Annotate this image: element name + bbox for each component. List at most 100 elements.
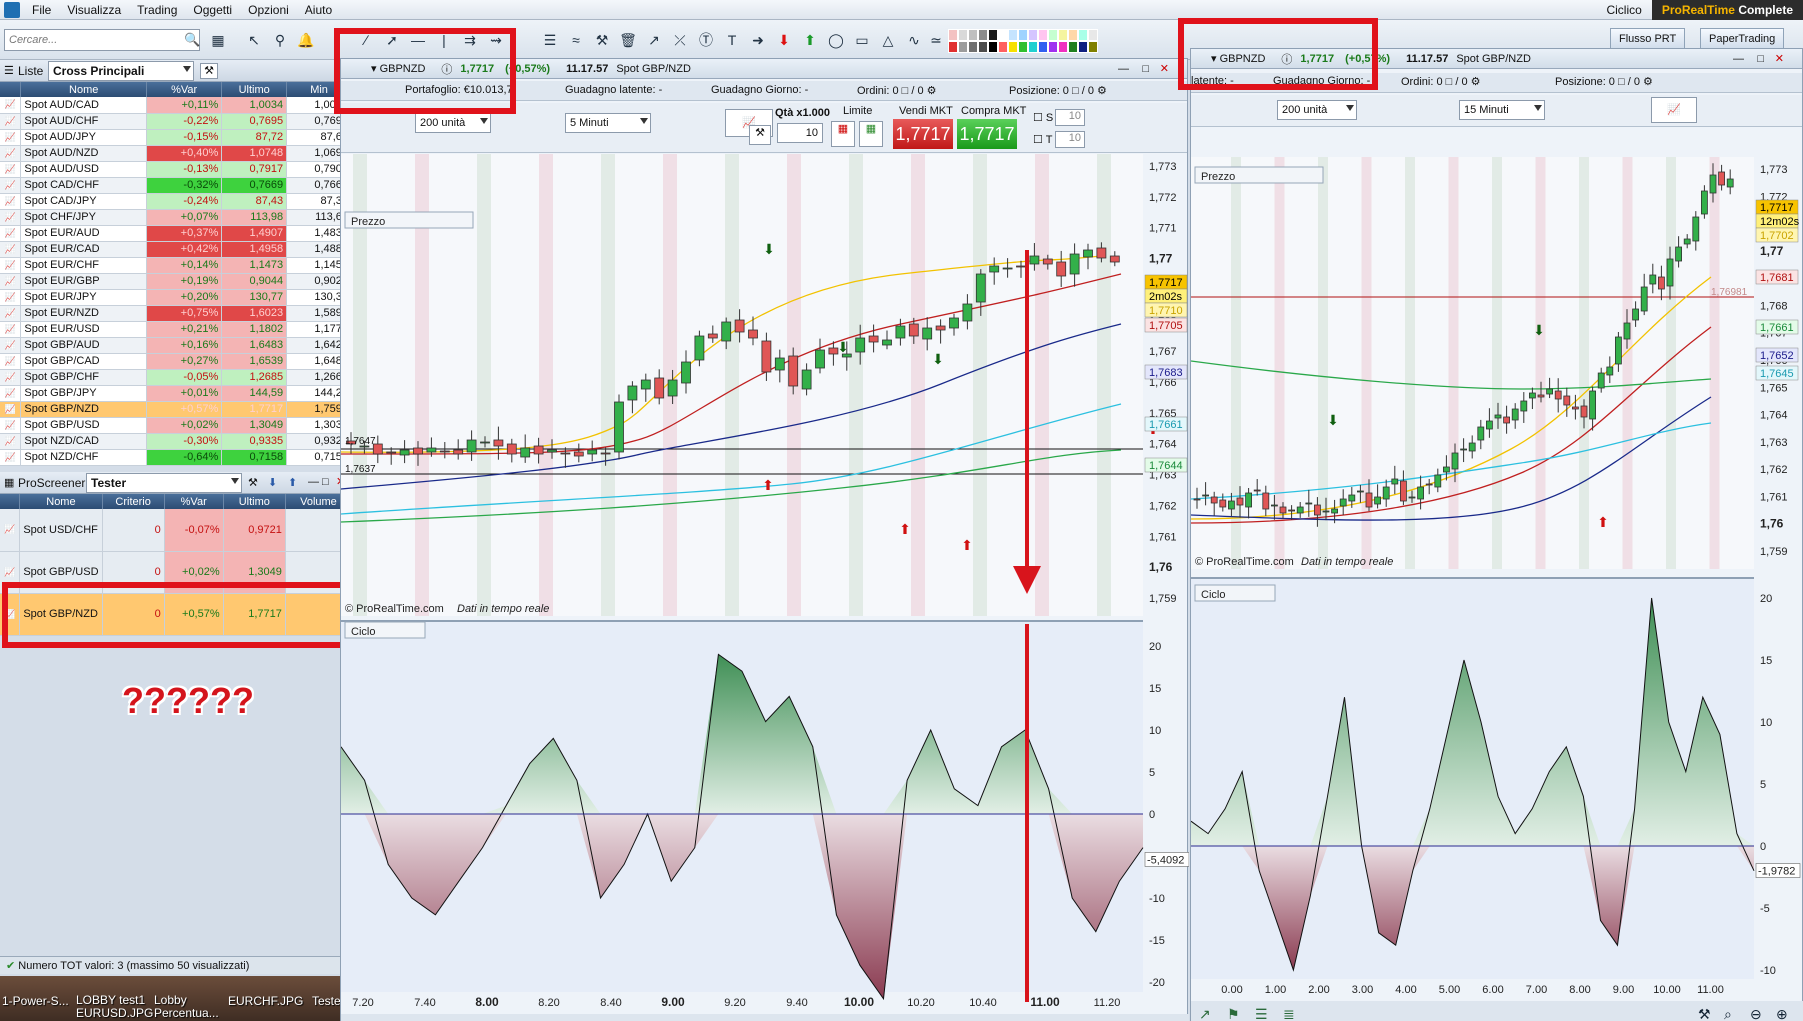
wave-icon[interactable]: ≈ <box>566 30 586 50</box>
col-nome[interactable]: Nome <box>19 494 103 509</box>
qty-input[interactable]: 10 <box>777 123 823 143</box>
text-circle-icon[interactable]: Ⓣ <box>696 30 716 50</box>
table-row[interactable]: 📈 Spot NZD/CAD -0,30% 0,9335 0,9328 <box>0 433 352 450</box>
buy-market-button[interactable]: 1,7717 <box>957 119 1017 149</box>
close-icon[interactable]: ✕ <box>1160 62 1169 75</box>
task-item[interactable]: Lobby Percentua... <box>154 994 224 1020</box>
cursor-icon[interactable]: ↖ <box>244 30 264 50</box>
table-row[interactable]: 📈 Spot CAD/CHF -0,32% 0,7669 0,7665 <box>0 177 352 194</box>
download-icon[interactable]: ⬇ <box>268 476 277 489</box>
limit-sell-icon[interactable]: ▦ <box>831 121 855 147</box>
maximize-icon[interactable]: □ <box>322 476 329 488</box>
regression-icon[interactable]: ≃ <box>926 30 946 50</box>
menu-visualizza[interactable]: Visualizza <box>59 3 129 17</box>
units-select[interactable]: 200 unità <box>415 113 491 133</box>
menu-trading[interactable]: Trading <box>129 3 185 17</box>
table-row[interactable]: 📈 Spot GBP/CAD +0,27% 1,6539 1,6480 <box>0 353 352 370</box>
flusso-prt-button[interactable]: Flusso PRT <box>1610 28 1686 50</box>
target-checkbox[interactable]: ☐ T <box>1033 133 1052 146</box>
table-row[interactable]: 📈 Spot CHF/JPY +0,07% 113,98 113,61 <box>0 209 352 226</box>
candle-body <box>1683 238 1691 245</box>
task-item[interactable]: LOBBY test1 EURUSD.JPG <box>76 994 153 1020</box>
table-row[interactable]: 📈 Spot AUD/CAD +0,11% 1,0034 1,0018 <box>0 97 352 114</box>
timeframe-select[interactable]: 15 Minuti <box>1459 100 1545 120</box>
stop-checkbox[interactable]: ☐ S <box>1033 111 1053 124</box>
upload-icon[interactable]: ⬆ <box>288 476 297 489</box>
menu-file[interactable]: File <box>24 3 59 17</box>
task-item[interactable]: 1-Power-S... <box>2 994 69 1008</box>
table-row[interactable]: 📈 Spot GBP/NZD +0,57% 1,7717 1,7590 <box>0 401 352 418</box>
task-item[interactable]: EURCHF.JPG <box>228 994 303 1008</box>
maximize-icon[interactable]: □ <box>1142 63 1149 75</box>
sell-market-button[interactable]: 1,7717 <box>893 119 953 149</box>
table-row[interactable]: 📈 Spot GBP/USD +0,02% 1,3049 1,3031 <box>0 417 352 434</box>
table-row[interactable]: 📈 Spot AUD/JPY -0,15% 87,72 87,64 <box>0 129 352 146</box>
wrench-icon[interactable]: ⚒ <box>749 125 771 145</box>
timeframe-select[interactable]: 5 Minuti <box>565 113 651 133</box>
table-row[interactable]: 📈 Spot EUR/JPY +0,20% 130,77 130,30 <box>0 289 352 306</box>
stop-input[interactable]: 10 <box>1055 109 1085 126</box>
candle-body <box>466 439 477 453</box>
table-row[interactable]: 📈 Spot USD/CHF 0 -0,07% 0,9721 <box>0 509 353 552</box>
table-row[interactable]: 📈 Spot AUD/NZD +0,40% 1,0748 1,0690 <box>0 145 352 162</box>
arrow-right-icon[interactable]: ➜ <box>748 30 768 50</box>
ellipse-icon[interactable]: ◯ <box>826 30 846 50</box>
text-box-icon[interactable]: T <box>722 30 742 50</box>
col-ultimo[interactable]: Ultimo <box>221 82 288 97</box>
wrench-icon[interactable]: ⚒ <box>200 63 218 79</box>
search-icon[interactable]: 🔍 <box>184 32 200 48</box>
menu-aiuto[interactable]: Aiuto <box>297 3 340 17</box>
screener-icon[interactable]: ▦ <box>208 30 228 50</box>
chart1-canvas[interactable]: 1,7731,7721,7711,771,7691,7681,7671,7661… <box>341 154 1189 1021</box>
liste-select[interactable]: Cross Principali <box>48 61 194 81</box>
minimize-icon[interactable]: — <box>1118 63 1129 75</box>
menu-oggetti[interactable]: Oggetti <box>185 3 240 17</box>
minimize-icon[interactable]: — <box>1733 53 1744 65</box>
color-palette[interactable] <box>948 29 1098 53</box>
units-select[interactable]: 200 unità <box>1277 100 1357 120</box>
fibonacci-icon[interactable]: ☰ <box>540 30 560 50</box>
col-criterio[interactable]: Criterio <box>102 494 165 509</box>
gann-icon[interactable]: ⤫ <box>670 30 690 50</box>
table-row[interactable]: 📈 Spot GBP/JPY +0,01% 144,59 144,27 <box>0 385 352 402</box>
trash-icon[interactable]: 🗑 <box>618 30 638 50</box>
search-input[interactable]: Cercare... <box>4 29 200 51</box>
table-row[interactable]: 📈 Spot EUR/CHF +0,14% 1,1473 1,1452 <box>0 257 352 274</box>
col-var[interactable]: %Var <box>146 82 223 97</box>
table-row[interactable]: 📈 Spot GBP/AUD +0,16% 1,6483 1,6422 <box>0 337 352 354</box>
table-row[interactable]: 📈 Spot AUD/CHF -0,22% 0,7695 0,7690 <box>0 113 352 130</box>
close-icon[interactable]: ✕ <box>1775 52 1784 65</box>
pitchfork-icon[interactable]: ↗ <box>644 30 664 50</box>
triangle-icon[interactable]: △ <box>878 30 898 50</box>
polyline-icon[interactable]: ∿ <box>904 30 924 50</box>
table-row[interactable]: 📈 Spot AUD/USD -0,13% 0,7917 0,7909 <box>0 161 352 178</box>
col-ultimo[interactable]: Ultimo <box>223 494 286 509</box>
zoom-icon[interactable]: ⚲ <box>270 30 290 50</box>
table-row[interactable]: 📈 Spot GBP/CHF -0,05% 1,2685 1,2668 <box>0 369 352 386</box>
tools-icon[interactable]: ⚒ <box>592 30 612 50</box>
col-var[interactable]: %Var <box>164 494 224 509</box>
minimize-icon[interactable]: — <box>308 476 319 488</box>
table-row[interactable]: 📈 Spot EUR/AUD +0,37% 1,4907 1,4835 <box>0 225 352 242</box>
alert-bell-icon[interactable]: 🔔 <box>296 30 316 50</box>
maximize-icon[interactable]: □ <box>1757 53 1764 65</box>
table-row[interactable]: 📈 Spot EUR/GBP +0,19% 0,9044 0,9021 <box>0 273 352 290</box>
table-row[interactable]: 📈 Spot EUR/CAD +0,42% 1,4958 1,4884 <box>0 241 352 258</box>
menu-opzioni[interactable]: Opzioni <box>240 3 297 17</box>
arrow-down-icon[interactable]: ⬇ <box>774 30 794 50</box>
rectangle-icon[interactable]: ▭ <box>852 30 872 50</box>
table-row[interactable]: 📈 Spot EUR/NZD +0,75% 1,6023 1,5891 <box>0 305 352 322</box>
arrow-up-icon[interactable]: ⬆ <box>800 30 820 50</box>
proscreener-select[interactable]: Tester <box>86 473 242 493</box>
table-row[interactable]: 📈 Spot EUR/USD +0,21% 1,1802 1,1770 <box>0 321 352 338</box>
col-nome[interactable]: Nome <box>20 82 147 97</box>
table-row[interactable]: 📈 Spot NZD/CHF -0,64% 0,7158 0,7155 <box>0 449 352 466</box>
wrench-icon[interactable]: ⚒ <box>248 476 258 489</box>
table-row[interactable]: 📈 Spot CAD/JPY -0,24% 87,43 87,35 <box>0 193 352 210</box>
paper-trading-button[interactable]: PaperTrading <box>1700 28 1785 50</box>
chart2-canvas[interactable]: 1,7731,7721,7711,771,7691,7681,7671,7661… <box>1191 127 1803 1021</box>
chart-type-icon[interactable]: 📈 <box>1651 97 1697 123</box>
limit-buy-icon[interactable]: ▦ <box>859 121 883 147</box>
layout-name[interactable]: Ciclico <box>1596 3 1651 17</box>
target-input[interactable]: 10 <box>1055 131 1085 148</box>
